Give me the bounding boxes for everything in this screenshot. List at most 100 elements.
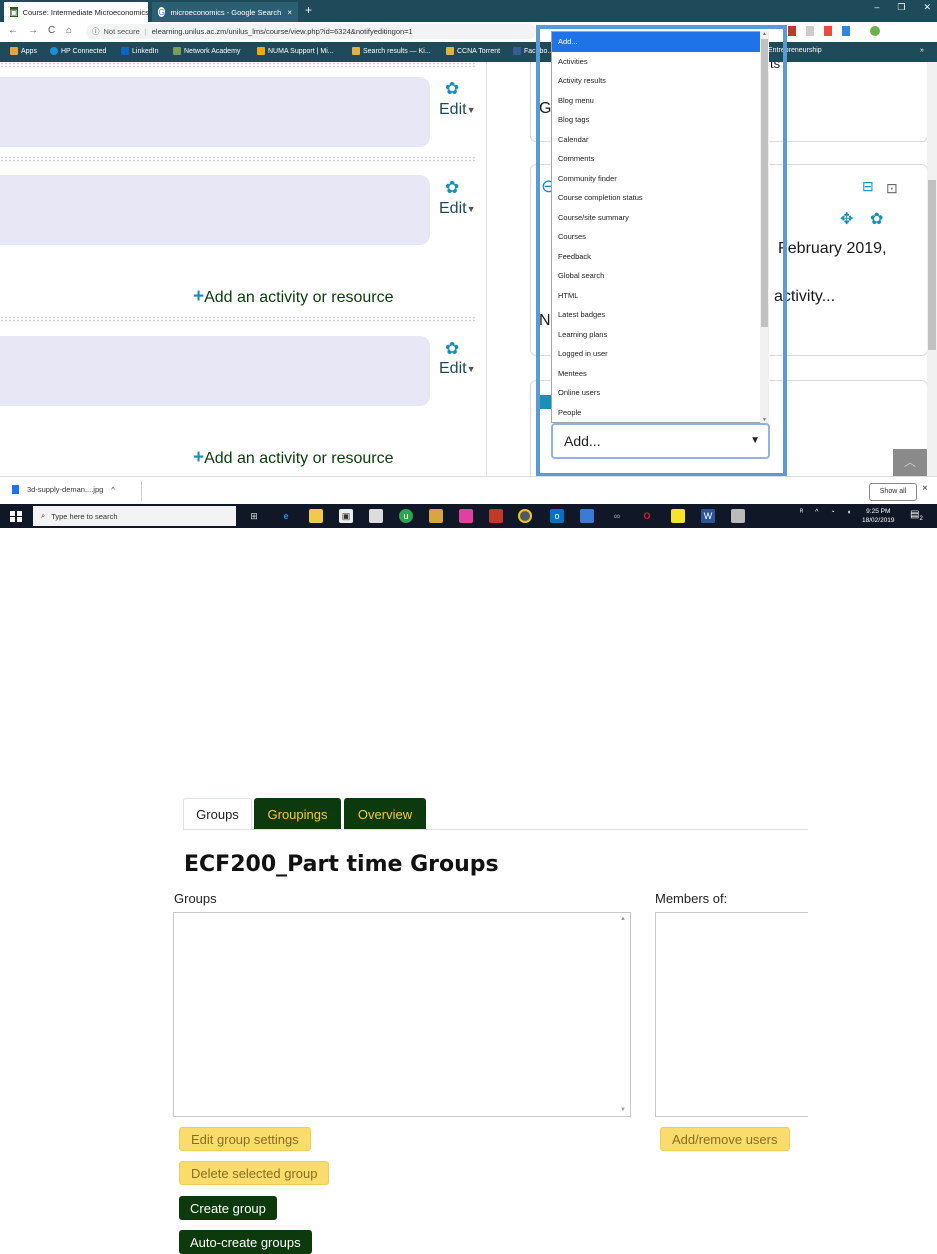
- back-icon[interactable]: ←: [8, 25, 18, 36]
- edit-menu[interactable]: Edit▼: [439, 200, 476, 218]
- delete-selected-group-button[interactable]: Delete selected group: [179, 1161, 330, 1185]
- taskbar-clock[interactable]: 9:25 PM 18/02/2019: [862, 507, 895, 525]
- security-label: Not secure: [103, 27, 140, 36]
- download-item[interactable]: 3d-supply-deman....jpg ^: [12, 485, 115, 494]
- people-icon[interactable]: ᴿ: [800, 509, 803, 516]
- utorrent-icon[interactable]: u: [399, 509, 413, 523]
- minimize-icon[interactable]: –: [874, 2, 879, 13]
- wifi-icon[interactable]: ◔: [830, 509, 834, 516]
- app-icon[interactable]: [459, 509, 473, 523]
- sticky-notes-icon[interactable]: [671, 509, 685, 523]
- edit-menu[interactable]: Edit▼: [439, 101, 476, 119]
- page-scrollbar[interactable]: [927, 62, 937, 476]
- groups-listbox[interactable]: ▲ ▼: [173, 912, 631, 1117]
- separator: |: [144, 27, 147, 36]
- bookmark-numa[interactable]: NUMA Support | Mi...: [257, 47, 334, 55]
- home-icon[interactable]: ⌂: [66, 25, 72, 36]
- taskbar-search-input[interactable]: ⌕ Type here to search: [33, 506, 236, 526]
- word-icon[interactable]: W: [701, 509, 715, 523]
- tab-groups[interactable]: Groups: [183, 798, 252, 830]
- edge-icon[interactable]: e: [279, 509, 293, 523]
- app-icon[interactable]: [429, 509, 443, 523]
- bookmark-ccna[interactable]: CCNA Torrent: [446, 47, 500, 55]
- add-activity-link[interactable]: +Add an activity or resource: [193, 447, 394, 469]
- volume-icon[interactable]: ◖: [847, 509, 851, 516]
- tab-title: Course: Intermediate Microeconomics: [22, 7, 148, 17]
- listbox-scrollbar[interactable]: ▲ ▼: [617, 914, 629, 1115]
- dock-block-icon[interactable]: ⊡: [886, 180, 898, 197]
- browser-tab-course[interactable]: ▣ Course: Intermediate Microeconomics ×: [4, 2, 148, 22]
- chevron-up-icon[interactable]: ^: [815, 509, 818, 516]
- network-academy-icon: [173, 47, 181, 55]
- extension-icons: [788, 26, 880, 36]
- add-activity-label: Add an activity or resource: [204, 450, 394, 467]
- reload-icon[interactable]: C: [48, 25, 55, 36]
- close-window-icon[interactable]: ✕: [923, 2, 931, 13]
- edit-label: Edit: [439, 200, 467, 217]
- show-all-button[interactable]: Show all: [869, 483, 917, 501]
- edit-menu[interactable]: Edit▼: [439, 360, 476, 378]
- back-to-top-button[interactable]: ︿: [893, 449, 927, 476]
- bookmark-apps[interactable]: Apps: [10, 47, 37, 55]
- file-explorer-icon[interactable]: [309, 509, 323, 523]
- members-listbox[interactable]: [655, 912, 808, 1117]
- url-text: elearning.unilus.ac.zm/unilus_lms/course…: [151, 27, 413, 36]
- create-group-button[interactable]: Create group: [179, 1196, 277, 1220]
- restore-icon[interactable]: ❐: [897, 2, 905, 13]
- close-downloads-icon[interactable]: ×: [922, 483, 928, 494]
- gear-icon[interactable]: ✿: [445, 340, 459, 357]
- gear-icon[interactable]: ✿: [445, 80, 459, 97]
- more-bookmarks-icon[interactable]: »: [920, 47, 924, 54]
- notification-icon[interactable]: ▤2: [910, 509, 923, 522]
- extension-icon[interactable]: [842, 26, 850, 36]
- clock-date: 18/02/2019: [862, 517, 895, 524]
- outlook-icon[interactable]: o: [550, 509, 564, 523]
- browser-tab-google[interactable]: G microeconomics - Google Search ×: [152, 2, 298, 22]
- course-section: [0, 77, 430, 147]
- windows-start-icon[interactable]: [10, 511, 22, 522]
- bookmark-network-academy[interactable]: Network Academy: [173, 47, 240, 55]
- extension-icon[interactable]: [824, 26, 832, 36]
- bookmark-label: Apps: [21, 47, 37, 55]
- groups-label: Groups: [174, 891, 217, 906]
- extension-icon[interactable]: [870, 26, 880, 36]
- app-icon[interactable]: ∞: [610, 509, 624, 523]
- move-icon[interactable]: ✥: [840, 209, 853, 229]
- course-section: [0, 336, 430, 406]
- add-activity-link[interactable]: +Add an activity or resource: [193, 286, 394, 308]
- edit-group-settings-button[interactable]: Edit group settings: [179, 1127, 311, 1151]
- app-icon[interactable]: [731, 509, 745, 523]
- extension-icon[interactable]: [788, 26, 796, 36]
- annotation-highlight-box: [536, 25, 787, 477]
- gear-icon[interactable]: ✿: [445, 179, 459, 196]
- chevron-up-icon[interactable]: ^: [111, 485, 115, 494]
- store-icon[interactable]: ▣: [339, 509, 353, 523]
- app-icon[interactable]: [489, 509, 503, 523]
- extension-icon[interactable]: [806, 26, 814, 36]
- url-input[interactable]: ⓘ Not secure | elearning.unilus.ac.zm/un…: [86, 24, 536, 39]
- bookmark-hp-connected[interactable]: HP Connected: [50, 47, 106, 55]
- vscode-icon[interactable]: [580, 509, 594, 523]
- mail-icon[interactable]: [369, 509, 383, 523]
- add-remove-users-button[interactable]: Add/remove users: [660, 1127, 790, 1151]
- bookmark-search-results[interactable]: Search results — Ki...: [352, 47, 431, 55]
- tab-overview[interactable]: Overview: [344, 798, 426, 830]
- scroll-down-icon[interactable]: ▼: [617, 1107, 629, 1113]
- new-tab-button[interactable]: +: [305, 3, 312, 17]
- gear-icon[interactable]: ✿: [870, 209, 883, 229]
- tab-groupings[interactable]: Groupings: [254, 798, 341, 830]
- hide-block-icon[interactable]: ⊟: [862, 178, 874, 195]
- download-bar: 3d-supply-deman....jpg ^ Show all ×: [0, 476, 937, 505]
- auto-create-groups-button[interactable]: Auto-create groups: [179, 1230, 312, 1254]
- bookmark-linkedin[interactable]: LinkedIn: [121, 47, 158, 55]
- course-section: [0, 175, 430, 245]
- google-icon: G: [158, 7, 166, 17]
- opera-icon[interactable]: O: [640, 509, 654, 523]
- moodle-icon: ▣: [10, 7, 18, 17]
- scrollbar-thumb[interactable]: [928, 180, 936, 350]
- close-tab-icon[interactable]: ×: [281, 8, 292, 17]
- task-view-icon[interactable]: ⊞: [247, 509, 261, 523]
- chrome-icon[interactable]: [518, 509, 532, 523]
- scroll-up-icon[interactable]: ▲: [617, 916, 629, 922]
- forward-icon[interactable]: →: [28, 25, 38, 36]
